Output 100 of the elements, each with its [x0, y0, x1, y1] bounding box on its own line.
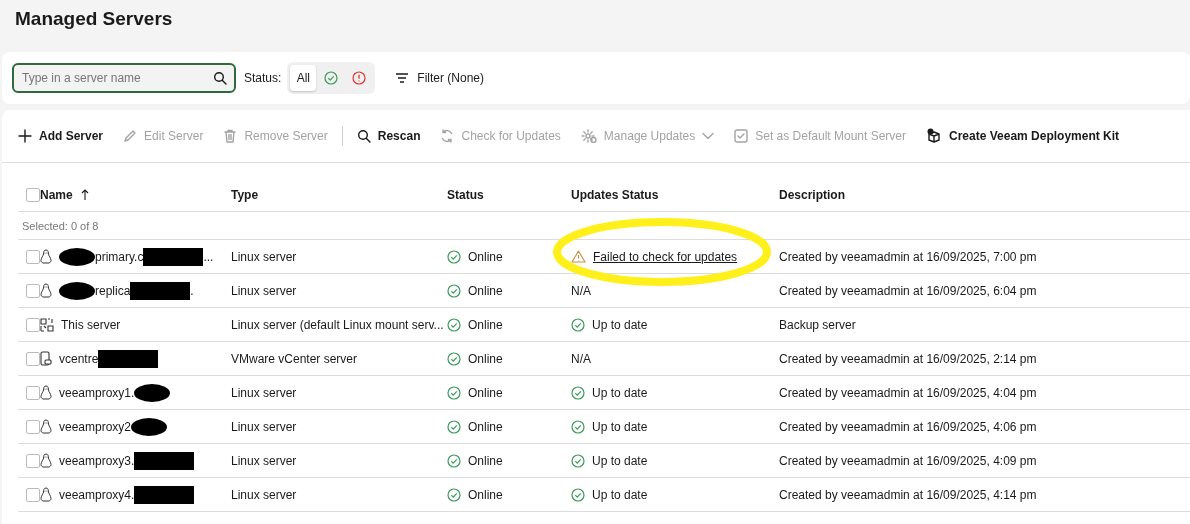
server-type: Linux server — [231, 453, 298, 468]
all-filter-button[interactable]: All — [290, 65, 317, 91]
update-status: Up to date — [592, 453, 648, 468]
check-circle-icon — [447, 385, 461, 400]
redaction-mark — [130, 281, 191, 300]
server-description: Created by veeamadmin at 16/09/2025, 4:04 pm — [779, 385, 1038, 400]
redaction-mark — [134, 383, 171, 402]
server-status: Online — [468, 385, 503, 400]
row-checkbox[interactable] — [26, 453, 40, 468]
server-name: ... — [203, 249, 214, 264]
check-circle-icon — [324, 71, 339, 85]
redaction-mark — [134, 485, 195, 504]
search-icon — [356, 129, 371, 143]
selection-count: Selected: 0 of 8 — [21, 219, 100, 232]
server-name: replica — [95, 283, 131, 298]
package-icon — [926, 128, 942, 144]
server-status: Online — [468, 317, 503, 332]
server-type: Linux server — [231, 419, 298, 434]
row-checkbox[interactable] — [26, 487, 40, 502]
column-header[interactable]: Description — [779, 188, 845, 202]
server-status: Online — [468, 283, 503, 298]
redaction-mark — [98, 349, 159, 368]
redaction-mark — [134, 451, 195, 470]
server-status: Online — [468, 249, 503, 264]
row-checkbox[interactable] — [26, 317, 40, 332]
column-header[interactable]: Type — [231, 188, 259, 202]
row-checkbox[interactable] — [26, 283, 40, 298]
redaction-mark — [131, 417, 168, 436]
server-name: veeamproxy3. — [59, 453, 135, 468]
server-name: veeamproxy4. — [59, 487, 135, 502]
warning-icon — [571, 250, 586, 263]
server-status: Online — [468, 487, 503, 502]
column-header[interactable]: Name — [40, 188, 73, 202]
server-description: Created by veeamadmin at 16/09/2025, 4:09 pm — [779, 453, 1038, 468]
check-circle-icon — [571, 453, 585, 468]
server-icon — [40, 351, 52, 366]
server-name: veeamproxy2 — [59, 419, 132, 434]
server-description: Created by veeamadmin at 16/09/2025, 2:14 pm — [779, 351, 1038, 366]
update-status: N/A — [571, 351, 591, 366]
column-header[interactable]: Status — [447, 188, 484, 202]
check-circle-icon — [447, 317, 461, 332]
check-circle-icon — [571, 419, 585, 434]
column-header[interactable]: Updates Status — [571, 188, 659, 202]
penguin-icon — [40, 453, 52, 468]
server-status: Online — [468, 351, 503, 366]
row-checkbox[interactable] — [26, 249, 40, 264]
filter-button[interactable]: Filter (None) — [389, 70, 491, 86]
server-name: This server — [61, 317, 121, 332]
pencil-icon — [123, 129, 138, 143]
update-status: N/A — [571, 283, 591, 298]
check-circle-icon — [447, 453, 461, 468]
update-status: Up to date — [592, 317, 648, 332]
server-type: Linux server (default Linux mount serv... — [231, 317, 445, 332]
plus-icon — [18, 129, 32, 143]
check-circle-icon — [447, 249, 461, 264]
filter-icon — [395, 73, 410, 83]
redaction-mark — [143, 247, 204, 266]
penguin-icon — [40, 487, 52, 502]
penguin-icon — [40, 419, 52, 434]
check-circle-icon — [447, 419, 461, 434]
server-type: Linux server — [231, 249, 298, 264]
status-label: Status: — [244, 71, 282, 85]
server-name: vcentre — [59, 351, 99, 366]
server-name: veeamproxy1. — [59, 385, 135, 400]
update-status: Up to date — [592, 385, 648, 400]
select-all-checkbox[interactable] — [26, 188, 40, 202]
penguin-icon — [40, 385, 52, 400]
checkbox-icon — [734, 129, 749, 143]
server-type: VMware vCenter server — [231, 351, 359, 366]
row-checkbox[interactable] — [26, 419, 40, 434]
server-description: Created by veeamadmin at 16/09/2025, 7:00 pm — [779, 249, 1038, 264]
check-circle-icon — [571, 487, 585, 502]
redaction-mark — [59, 281, 95, 300]
update-status: Up to date — [592, 487, 648, 502]
search-field[interactable]: Type in a server name — [12, 63, 236, 93]
server-name: . — [190, 283, 194, 298]
server-description: Created by veeamadmin at 16/09/2025, 4:14 pm — [779, 487, 1038, 502]
penguin-icon — [40, 283, 52, 298]
trash-icon — [223, 129, 238, 143]
server-description: Backup server — [779, 317, 857, 332]
search-icon — [213, 71, 227, 85]
update-status: Up to date — [592, 419, 648, 434]
redaction-mark — [59, 247, 95, 266]
server-type: Linux server — [231, 283, 298, 298]
check-circle-icon — [447, 351, 461, 366]
server-status: Online — [468, 453, 503, 468]
server-description: Created by veeamadmin at 16/09/2025, 6:04 pm — [779, 283, 1038, 298]
row-checkbox[interactable] — [26, 385, 40, 400]
page-title: Managed Servers — [14, 7, 174, 31]
toolbar-button[interactable]: Create Veeam Deployment Kit — [926, 128, 1120, 144]
check-circle-icon — [447, 487, 461, 502]
alert-circle-icon — [352, 71, 367, 85]
server-description: Created by veeamadmin at 16/09/2025, 4:06 pm — [779, 419, 1038, 434]
toolbar-button[interactable]: Rescan — [356, 129, 421, 143]
check-circle-icon — [447, 283, 461, 298]
server-status: Online — [468, 419, 503, 434]
penguin-icon — [40, 249, 52, 264]
toolbar-button[interactable]: Add Server — [18, 129, 104, 143]
update-status-link[interactable]: Failed to check for updates — [593, 249, 738, 264]
row-checkbox[interactable] — [26, 351, 40, 366]
